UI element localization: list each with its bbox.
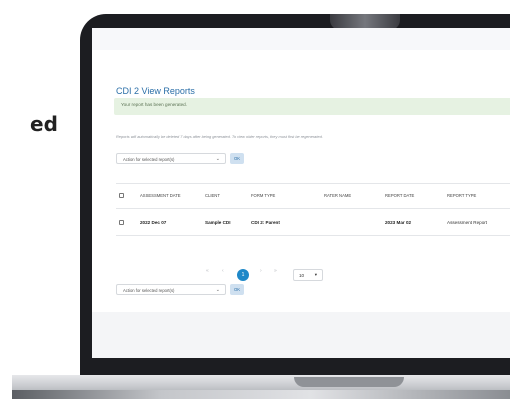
cropped-side-text: ed bbox=[30, 112, 58, 136]
bulk-action-select-bottom[interactable]: Action for selected report(s) ⌄ bbox=[116, 284, 226, 295]
laptop-base-edge bbox=[12, 390, 510, 399]
success-alert: Your report has been generated. bbox=[114, 98, 510, 115]
bulk-action-label: Action for selected report(s) bbox=[123, 288, 175, 293]
first-page-icon[interactable]: « bbox=[206, 268, 209, 274]
chevron-down-icon: ⌄ bbox=[215, 156, 220, 162]
header-divider bbox=[116, 208, 510, 209]
prev-page-icon[interactable]: ‹ bbox=[222, 268, 224, 274]
retention-note: Reports will automatically be deleted 7 … bbox=[116, 134, 323, 139]
ok-button-bottom[interactable]: OK bbox=[230, 284, 244, 295]
column-header-form-type[interactable]: FORM TYPE bbox=[251, 193, 275, 198]
column-header-client[interactable]: CLIENT bbox=[205, 193, 220, 198]
last-page-icon[interactable]: » bbox=[274, 268, 277, 274]
laptop-base-notch bbox=[294, 377, 404, 387]
row-report-date: 2023 Mar 02 bbox=[385, 220, 412, 225]
page-title: CDI 2 View Reports bbox=[116, 86, 195, 96]
current-page-button[interactable]: 1 bbox=[237, 269, 249, 281]
page-size-select[interactable]: 10 ▾ bbox=[293, 269, 323, 281]
row-assessment-date: 2022 Dec 07 bbox=[140, 220, 167, 225]
bulk-action-label: Action for selected report(s) bbox=[123, 157, 175, 162]
bulk-action-select-top[interactable]: Action for selected report(s) ⌄ bbox=[116, 153, 226, 164]
caret-down-icon: ▾ bbox=[314, 272, 317, 277]
top-band bbox=[92, 28, 510, 50]
ok-button-top[interactable]: OK bbox=[230, 153, 244, 164]
column-header-report-type[interactable]: REPORT TYPE bbox=[447, 193, 476, 198]
column-header-assessment-date[interactable]: ASSESSMENT DATE bbox=[140, 193, 181, 198]
next-page-icon[interactable]: › bbox=[260, 268, 262, 274]
select-all-checkbox[interactable] bbox=[119, 193, 124, 198]
page-size-value: 10 bbox=[299, 273, 305, 278]
column-header-rater-name[interactable]: RATER NAME bbox=[324, 193, 351, 198]
footer-area bbox=[92, 312, 510, 358]
laptop-screen: CDI 2 View Reports Your report has been … bbox=[92, 28, 510, 358]
column-header-report-date[interactable]: REPORT DATE bbox=[385, 193, 414, 198]
row-report-type[interactable]: Assessment Report bbox=[447, 220, 487, 225]
row-client[interactable]: Sample CDI bbox=[205, 220, 231, 225]
row-form-type: CDI 2: Parent bbox=[251, 220, 280, 225]
chevron-down-icon: ⌄ bbox=[215, 287, 220, 293]
table-bottom-border bbox=[116, 235, 510, 236]
row-checkbox[interactable] bbox=[119, 220, 124, 225]
table-top-border bbox=[116, 183, 510, 184]
